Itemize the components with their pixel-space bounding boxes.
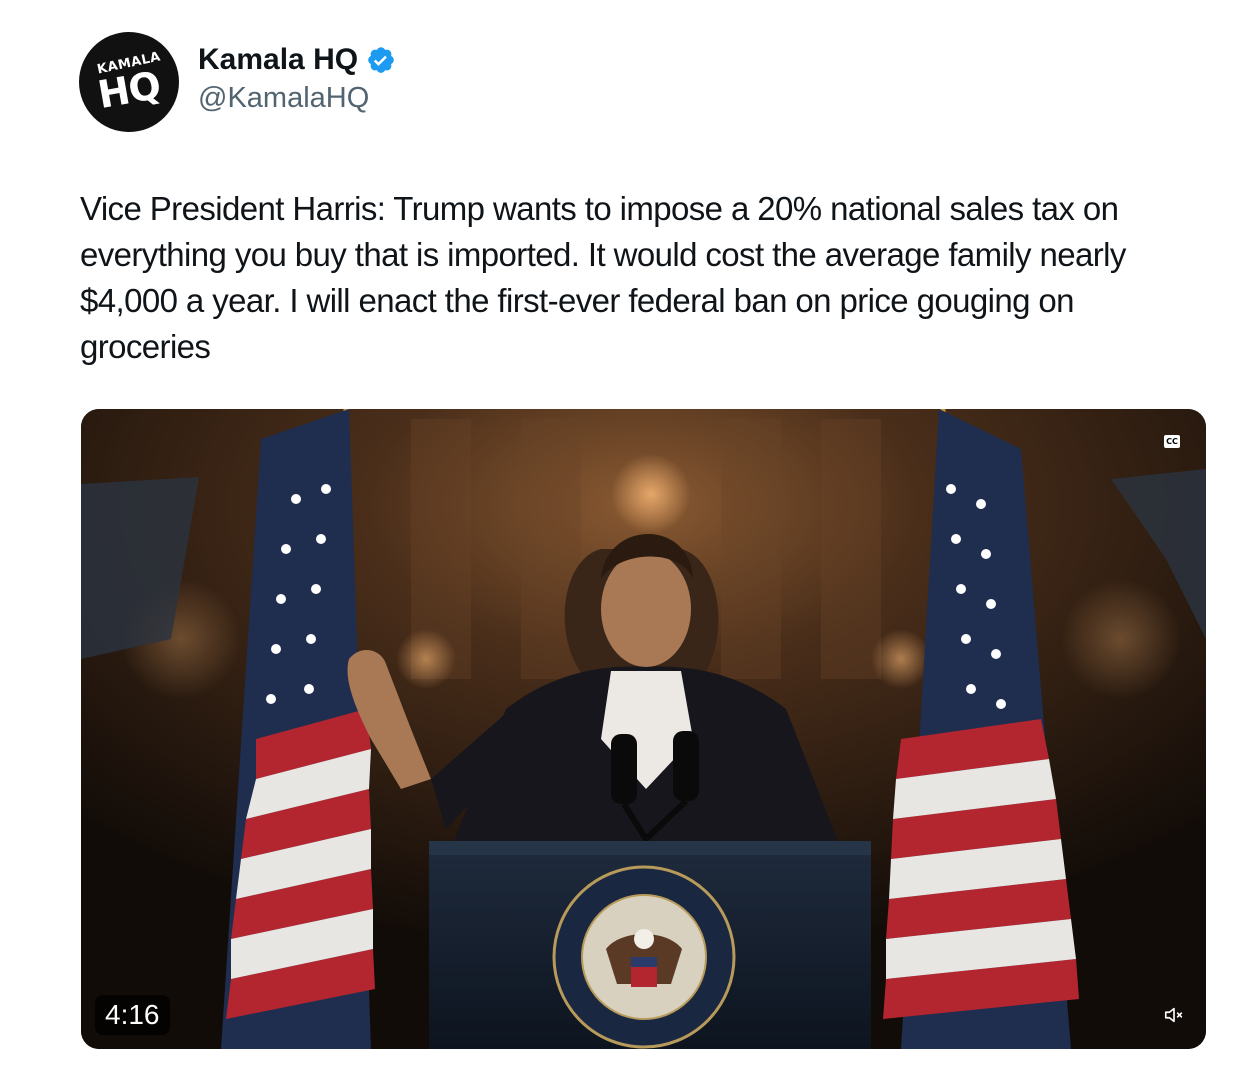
tweet[interactable]: KAMALA HQ Kamala HQ @KamalaHQ Vice Presi… bbox=[0, 0, 1258, 1073]
name-row: Kamala HQ bbox=[198, 40, 396, 80]
handle[interactable]: @KamalaHQ bbox=[198, 82, 396, 115]
captions-button[interactable]: CC bbox=[1164, 435, 1180, 448]
verified-badge-icon[interactable] bbox=[366, 45, 396, 75]
avatar[interactable]: KAMALA HQ bbox=[79, 32, 179, 132]
author-block: Kamala HQ @KamalaHQ bbox=[198, 40, 396, 115]
speaker-muted-icon[interactable] bbox=[1156, 997, 1192, 1033]
video-duration: 4:16 bbox=[95, 995, 170, 1035]
display-name[interactable]: Kamala HQ bbox=[198, 43, 358, 77]
tweet-text: Vice President Harris: Trump wants to im… bbox=[80, 190, 1126, 365]
video-player[interactable]: CC 4:16 bbox=[81, 409, 1206, 1049]
video-frame[interactable] bbox=[81, 409, 1206, 1049]
